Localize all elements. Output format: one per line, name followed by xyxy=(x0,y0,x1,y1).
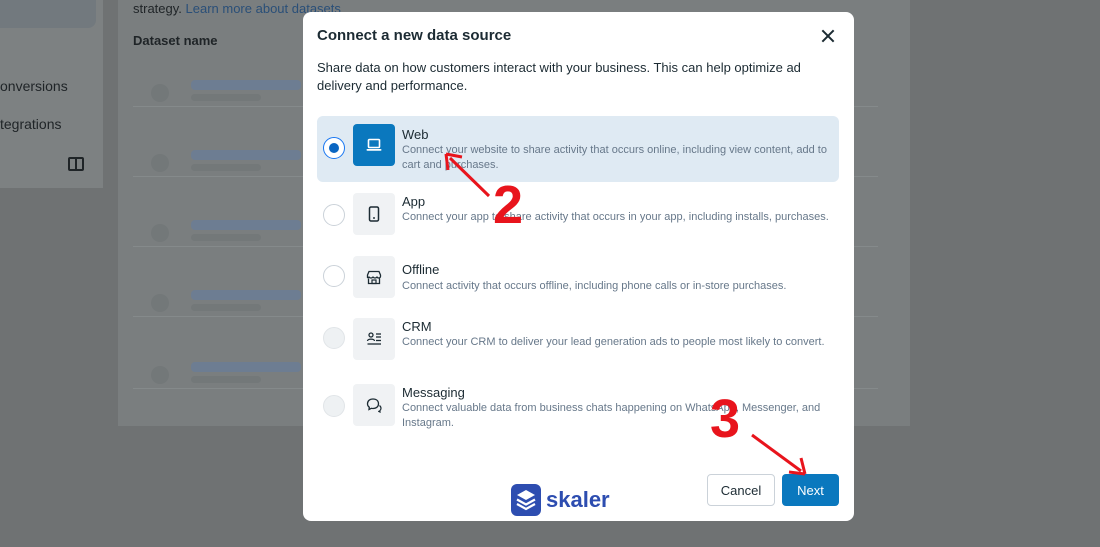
phone-icon xyxy=(353,193,395,235)
option-title: Web xyxy=(402,127,429,142)
annotation-step-3: 3 xyxy=(710,389,741,449)
crm-icon xyxy=(353,318,395,360)
option-description: Connect valuable data from business chat… xyxy=(402,402,821,429)
skaler-logo: skaler xyxy=(511,484,610,516)
laptop-icon xyxy=(353,124,395,166)
skaler-logo-icon xyxy=(511,484,541,516)
option-crm[interactable]: CRM Connect your CRM to deliver your lea… xyxy=(317,318,839,384)
option-web[interactable]: Web Connect your website to share activi… xyxy=(317,116,839,182)
radio-offline[interactable] xyxy=(323,265,345,287)
connect-data-source-modal: Connect a new data source Share data on … xyxy=(303,12,854,521)
annotation-step-2: 2 xyxy=(493,175,524,235)
modal-title: Connect a new data source xyxy=(317,27,512,44)
cancel-button[interactable]: Cancel xyxy=(707,474,775,506)
dataset-name-header: Dataset name xyxy=(133,33,218,48)
modal-description: Share data on how customers interact wit… xyxy=(317,60,801,93)
option-description: Connect your CRM to deliver your lead ge… xyxy=(402,336,825,348)
chat-icon xyxy=(353,384,395,426)
sidebar-item-integrations: tegrations xyxy=(0,116,62,132)
close-icon[interactable] xyxy=(817,25,839,47)
next-button[interactable]: Next xyxy=(782,474,839,506)
radio-crm[interactable] xyxy=(323,327,345,349)
option-title: Offline xyxy=(402,262,440,277)
option-description: Connect your website to share activity t… xyxy=(402,144,827,171)
option-app[interactable]: App Connect your app to share activity t… xyxy=(317,193,839,259)
sidebar-item-conversions: onversions xyxy=(0,78,68,94)
option-title: CRM xyxy=(402,319,432,334)
option-title: App xyxy=(402,194,426,209)
option-offline[interactable]: Offline Connect activity that occurs off… xyxy=(317,256,839,326)
sidebar-active-item xyxy=(0,0,96,28)
sidebar-toggle-icon xyxy=(68,157,84,171)
option-description: Connect activity that occurs offline, in… xyxy=(402,280,787,292)
brand-name: skaler xyxy=(546,487,610,512)
background-sidebar: onversions tegrations xyxy=(0,0,103,188)
store-icon xyxy=(353,256,395,298)
radio-app[interactable] xyxy=(323,204,345,226)
radio-web[interactable] xyxy=(323,137,345,159)
option-messaging[interactable]: Messaging Connect valuable data from bus… xyxy=(317,384,839,450)
radio-messaging[interactable] xyxy=(323,395,345,417)
option-title: Messaging xyxy=(402,385,465,400)
option-description: Connect your app to share activity that … xyxy=(402,211,829,223)
